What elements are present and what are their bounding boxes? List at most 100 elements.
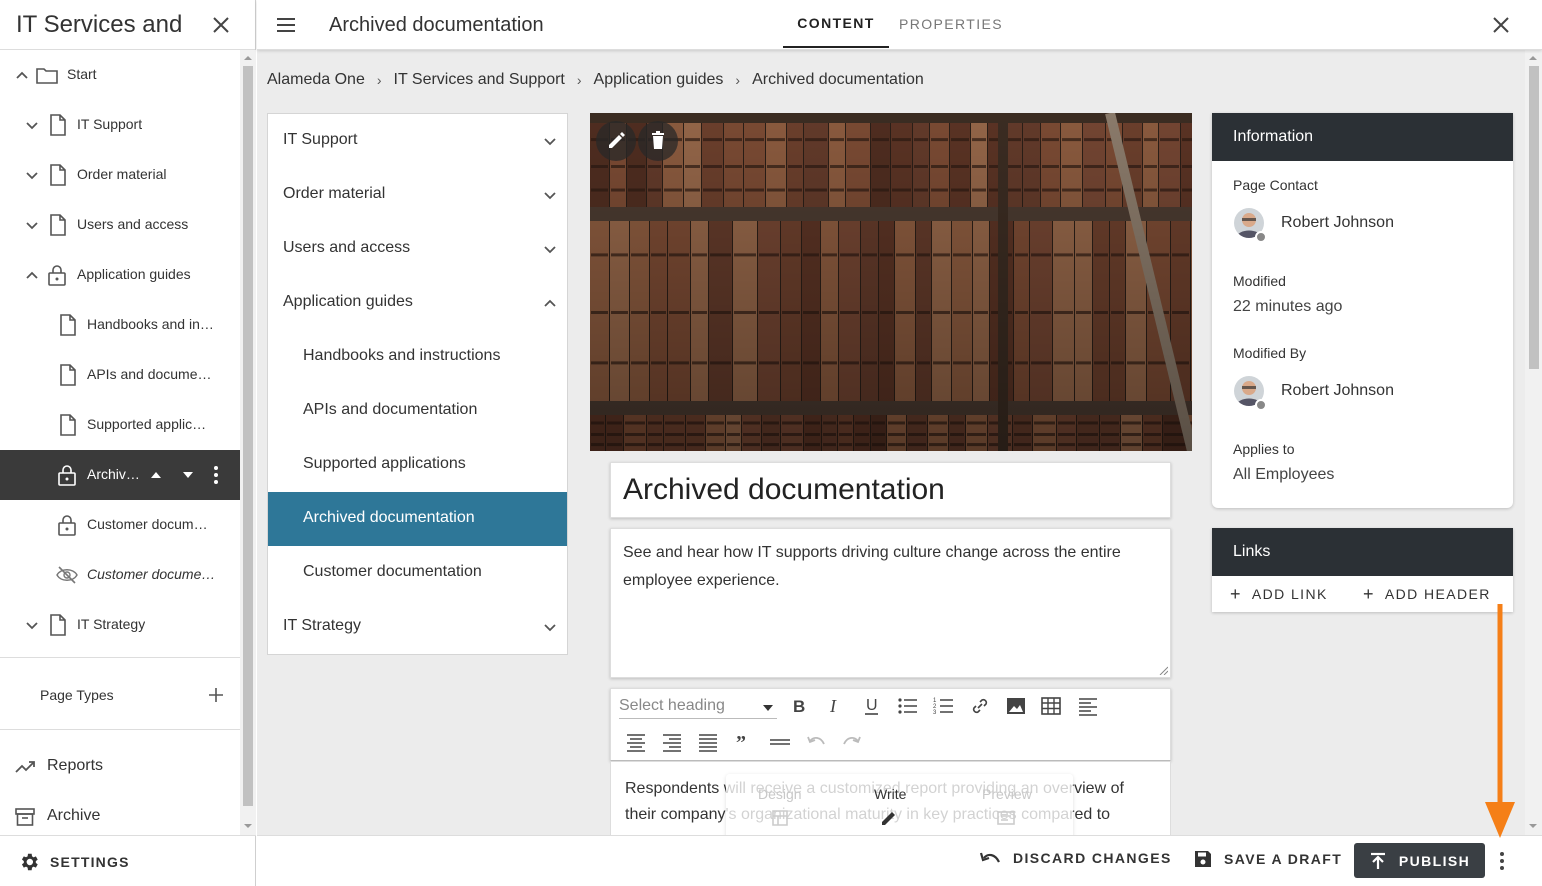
nav-item[interactable]: IT Strategy — [268, 600, 567, 654]
reports-link[interactable]: Reports — [0, 741, 240, 791]
breadcrumb-separator-icon: › — [376, 72, 382, 88]
modified-by-name[interactable]: Robert Johnson — [1281, 382, 1394, 400]
tree-item[interactable]: Archive… — [0, 450, 240, 500]
close-icon[interactable] — [209, 13, 233, 37]
tab-content[interactable]: CONTENT — [783, 0, 889, 48]
scroll-up-icon[interactable] — [244, 54, 252, 62]
chevron-down-icon[interactable] — [24, 167, 40, 183]
tree-item[interactable]: Supported applic… — [0, 400, 240, 450]
align-left-icon[interactable] — [1077, 695, 1099, 717]
italic-icon[interactable]: I — [823, 695, 845, 717]
link-icon[interactable] — [969, 695, 991, 717]
bullet-list-icon[interactable] — [897, 695, 919, 717]
breadcrumb-item[interactable]: IT Services and Support — [394, 71, 565, 89]
page-icon — [60, 314, 76, 336]
numbered-list-icon[interactable]: 123 — [933, 695, 955, 717]
tree-item[interactable]: IT Support — [0, 100, 240, 150]
align-right-icon[interactable] — [661, 731, 683, 753]
table-icon[interactable] — [1040, 695, 1062, 717]
chevron-down-icon[interactable] — [542, 619, 558, 635]
nav-item[interactable]: Order material — [268, 168, 567, 222]
nav-subitem[interactable]: Handbooks and instructions — [268, 330, 567, 384]
chevron-up-icon[interactable] — [542, 295, 558, 311]
chevron-up-icon[interactable] — [14, 67, 30, 83]
tree-item[interactable]: Customer docum… — [0, 500, 240, 550]
move-up-icon[interactable] — [150, 470, 162, 480]
pencil-icon[interactable] — [879, 808, 899, 828]
align-center-icon[interactable] — [625, 731, 647, 753]
quote-icon[interactable]: ” — [733, 731, 755, 753]
add-header-button[interactable]: + ADD HEADER — [1363, 585, 1491, 603]
scroll-down-icon[interactable] — [244, 822, 252, 830]
chevron-down-icon[interactable] — [542, 241, 558, 257]
tree-item-label: Start — [67, 66, 97, 82]
nav-subitem[interactable]: Customer documentation — [268, 546, 567, 600]
close-editor-icon[interactable] — [1489, 13, 1513, 37]
redo-icon[interactable] — [841, 731, 863, 753]
tree-item[interactable]: Users and access — [0, 200, 240, 250]
horizontal-rule-icon[interactable] — [769, 731, 791, 753]
resize-handle-icon[interactable] — [1159, 666, 1168, 675]
breadcrumb-item[interactable]: Alameda One — [267, 71, 365, 89]
publish-button[interactable]: PUBLISH — [1354, 843, 1485, 878]
hero-image[interactable] — [590, 113, 1192, 451]
preview-icon[interactable] — [996, 808, 1016, 828]
chevron-up-icon[interactable] — [24, 267, 40, 283]
main-scrollbar-thumb[interactable] — [1529, 66, 1539, 369]
more-vertical-icon[interactable] — [210, 465, 222, 485]
hamburger-menu-icon[interactable] — [274, 13, 298, 37]
tree-item[interactable]: Start — [0, 50, 240, 100]
discard-changes-button[interactable]: DISCARD CHANGES — [979, 850, 1172, 866]
rich-text-editor[interactable]: Respondents will receive a customized re… — [610, 761, 1171, 835]
mode-write-label[interactable]: Write — [874, 786, 906, 802]
page-contact-name[interactable]: Robert Johnson — [1281, 214, 1394, 232]
title-input[interactable]: Archived documentation — [610, 462, 1171, 518]
chevron-down-icon[interactable] — [24, 117, 40, 133]
heading-select[interactable]: Select heading — [619, 695, 777, 719]
add-icon[interactable] — [206, 685, 226, 705]
undo-icon[interactable] — [805, 731, 827, 753]
tab-properties[interactable]: PROPERTIES — [893, 0, 1009, 48]
nav-item[interactable]: Users and access — [268, 222, 567, 276]
scroll-up-icon[interactable] — [1529, 54, 1537, 62]
edit-image-button[interactable] — [596, 121, 636, 161]
description-textarea[interactable]: See and hear how IT supports driving cul… — [610, 528, 1171, 678]
tree-item[interactable]: IT Strategy — [0, 600, 240, 650]
design-grid-icon[interactable] — [770, 808, 790, 828]
rich-text-toolbar: Select heading B I U 123 ” — [610, 688, 1171, 761]
applies-to-value: All Employees — [1233, 466, 1335, 483]
main-scrollbar[interactable] — [1525, 50, 1542, 835]
more-vertical-icon[interactable] — [1495, 850, 1509, 872]
left-scrollbar-thumb[interactable] — [243, 66, 253, 806]
tree-item[interactable]: Application guides — [0, 250, 240, 300]
left-scrollbar[interactable] — [240, 50, 256, 835]
delete-image-button[interactable] — [638, 121, 678, 161]
tree-item[interactable]: APIs and docume… — [0, 350, 240, 400]
tree-item[interactable]: Customer docume… — [0, 550, 240, 600]
chevron-down-icon[interactable] — [542, 187, 558, 203]
breadcrumb-item[interactable]: Application guides — [594, 71, 724, 89]
chevron-down-icon[interactable] — [24, 617, 40, 633]
chevron-down-icon[interactable] — [542, 133, 558, 149]
save-draft-button[interactable]: SAVE A DRAFT — [1194, 850, 1342, 868]
mode-design-label[interactable]: Design — [758, 786, 802, 802]
add-link-button[interactable]: + ADD LINK — [1230, 585, 1328, 603]
archive-link[interactable]: Archive — [0, 791, 240, 841]
nav-item[interactable]: IT Support — [268, 114, 567, 168]
nav-subitem[interactable]: APIs and documentation — [268, 384, 567, 438]
tree-item[interactable]: Order material — [0, 150, 240, 200]
nav-subitem[interactable]: Archived documentation — [268, 492, 567, 546]
move-down-icon[interactable] — [182, 470, 194, 480]
settings-button[interactable]: SETTINGS — [0, 835, 256, 886]
title-input-value: Archived documentation — [623, 473, 945, 506]
nav-item[interactable]: Application guides — [268, 276, 567, 330]
scroll-down-icon[interactable] — [1529, 822, 1537, 830]
image-icon[interactable] — [1005, 695, 1027, 717]
tree-item[interactable]: Handbooks and in… — [0, 300, 240, 350]
mode-preview-label[interactable]: Preview — [982, 786, 1032, 802]
align-justify-icon[interactable] — [697, 731, 719, 753]
bold-icon[interactable]: B — [788, 695, 810, 717]
underline-icon[interactable]: U — [861, 695, 883, 717]
chevron-down-icon[interactable] — [24, 217, 40, 233]
nav-subitem[interactable]: Supported applications — [268, 438, 567, 492]
